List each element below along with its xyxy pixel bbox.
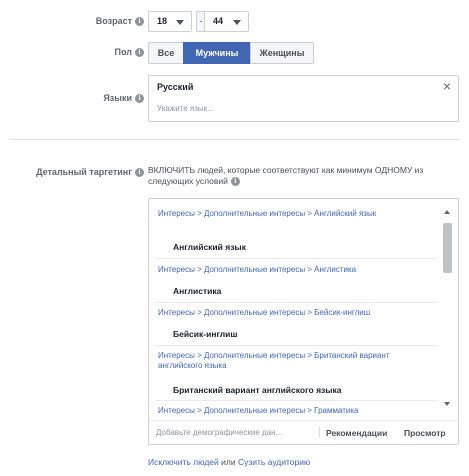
- browse-button[interactable]: Просмотр: [404, 428, 446, 438]
- language-search-input[interactable]: Укажите язык...: [157, 104, 214, 113]
- interest-path[interactable]: Интересы > Дополнительные интересы > Бри…: [158, 351, 408, 371]
- info-icon[interactable]: i: [135, 94, 144, 104]
- info-icon[interactable]: i: [230, 177, 240, 187]
- gender-female-button[interactable]: Женщины: [250, 42, 314, 64]
- gender-male-button[interactable]: Мужчины: [183, 42, 251, 64]
- interest-name: Английский язык: [173, 242, 246, 252]
- gender-label: Пол i: [115, 47, 144, 58]
- demographics-search-input[interactable]: Добавьте демографические дан...: [156, 428, 282, 437]
- list-divider: [155, 258, 437, 259]
- scrollbar[interactable]: [441, 203, 455, 413]
- input-divider: [319, 427, 320, 437]
- selected-interests-list: Интересы > Дополнительные интересы > Анг…: [149, 199, 440, 417]
- interest-path[interactable]: Интересы > Дополнительные интересы > Бей…: [158, 308, 438, 318]
- close-icon[interactable]: ×: [443, 78, 451, 94]
- list-divider: [155, 400, 437, 401]
- detailed-targeting-label: Детальный таргетинг i: [36, 167, 144, 178]
- interest-path[interactable]: Интересы > Дополнительные интересы > Анг…: [158, 265, 428, 275]
- chevron-down-icon: [176, 20, 184, 25]
- detailed-input-row: Добавьте демографические дан... Рекоменд…: [149, 420, 458, 444]
- interest-path[interactable]: Интересы > Дополнительные интересы > Гра…: [158, 406, 428, 416]
- or-text: или: [221, 457, 236, 467]
- interest-name: Англистика: [173, 286, 222, 296]
- language-token: Русский: [157, 82, 194, 92]
- info-icon[interactable]: i: [135, 168, 144, 178]
- detailed-description: ВКЛЮЧИТЬ людей, которые соответствуют ка…: [148, 165, 424, 187]
- gender-segmented: Все Мужчины Женщины: [148, 42, 314, 64]
- recommendations-button[interactable]: Рекомендации: [326, 428, 387, 438]
- info-icon[interactable]: i: [135, 17, 144, 27]
- languages-label: Языки i: [103, 93, 144, 104]
- scroll-down-icon[interactable]: [444, 402, 450, 406]
- interest-name: Британский вариант английского языка: [173, 385, 342, 395]
- info-icon[interactable]: i: [135, 48, 144, 58]
- languages-field[interactable]: Русский × Укажите язык...: [148, 75, 459, 122]
- interest-path[interactable]: Интересы > Дополнительные интересы > Анг…: [158, 209, 398, 219]
- footer-links: Исключить людей или Сузить аудиторию: [148, 457, 310, 467]
- age-min-select[interactable]: 18: [148, 11, 192, 32]
- scroll-up-icon[interactable]: [444, 210, 450, 214]
- age-max-select[interactable]: 44: [204, 11, 249, 32]
- interest-name: Бейсик-инглиш: [173, 329, 238, 339]
- exclude-people-link[interactable]: Исключить людей: [148, 457, 219, 467]
- list-divider: [155, 302, 437, 303]
- detailed-targeting-box: Интересы > Дополнительные интересы > Анг…: [148, 198, 459, 445]
- scrollbar-thumb[interactable]: [443, 223, 452, 273]
- section-divider: [10, 139, 459, 140]
- age-label: Возраст i: [96, 16, 144, 27]
- chevron-down-icon: [233, 20, 241, 25]
- gender-all-button[interactable]: Все: [148, 42, 184, 64]
- list-divider: [155, 345, 437, 346]
- narrow-audience-link[interactable]: Сузить аудиторию: [238, 457, 310, 467]
